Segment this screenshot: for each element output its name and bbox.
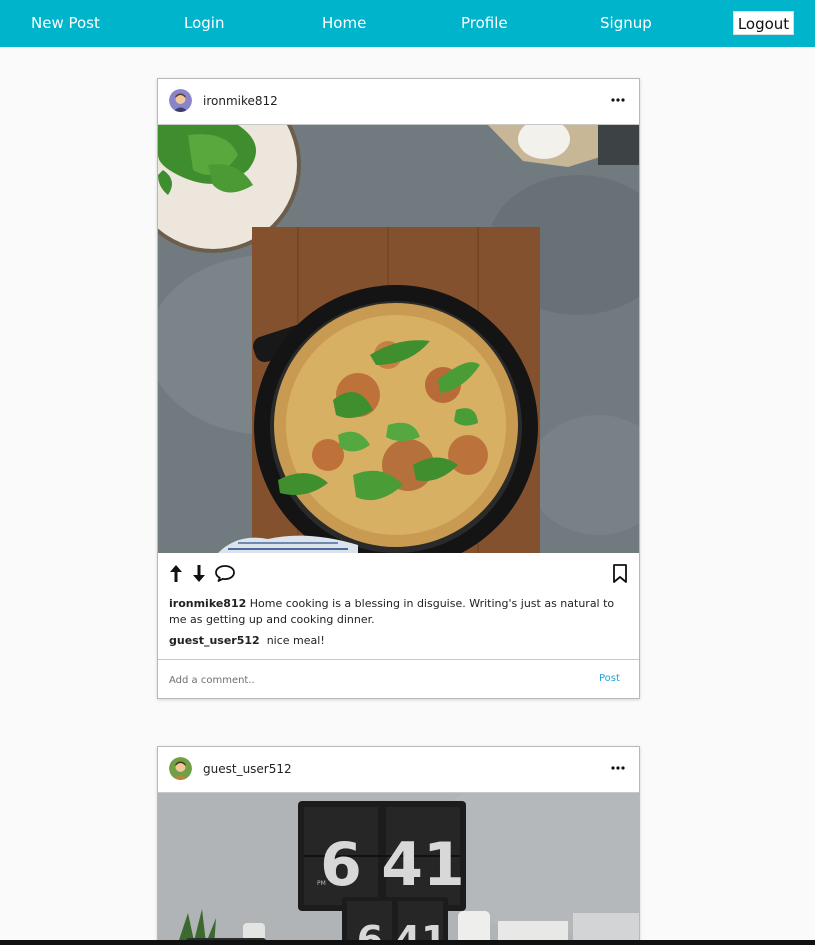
avatar[interactable] — [169, 757, 192, 780]
post-author[interactable]: ironmike812 — [203, 94, 278, 108]
comment-text: nice meal! — [266, 634, 325, 647]
clock-pm: PM — [317, 880, 326, 887]
nav-profile[interactable]: Profile — [461, 13, 508, 33]
post-image[interactable]: 6 41 PM 6 41 — [158, 793, 639, 945]
bottom-divider — [0, 940, 815, 945]
post-header: guest_user512 — [158, 747, 639, 793]
post-card: guest_user512 6 41 PM 6 41 — [157, 746, 640, 945]
top-nav: New Post Login Home Profile Signup Logou… — [0, 0, 815, 47]
nav-home[interactable]: Home — [322, 13, 366, 33]
logout-button[interactable]: Logout — [733, 11, 794, 35]
avatar[interactable] — [169, 89, 192, 112]
post-header: ironmike812 — [158, 79, 639, 125]
comment-input[interactable] — [169, 671, 569, 689]
nav-signup[interactable]: Signup — [600, 13, 652, 33]
post-card: ironmike812 ironmike812 Home cooking is … — [157, 78, 640, 699]
downvote-arrow-icon[interactable] — [189, 563, 209, 583]
post-comment-button[interactable]: Post — [599, 673, 620, 684]
bookmark-icon[interactable] — [610, 563, 630, 583]
upvote-arrow-icon[interactable] — [166, 563, 186, 583]
comment-item: guest_user512 nice meal! — [169, 633, 631, 649]
post-author[interactable]: guest_user512 — [203, 762, 292, 776]
post-actions — [158, 563, 639, 585]
more-options-icon[interactable] — [610, 92, 626, 108]
post-caption: ironmike812 Home cooking is a blessing i… — [169, 596, 631, 628]
nav-new-post[interactable]: New Post — [31, 13, 100, 33]
comment-username[interactable]: guest_user512 — [169, 634, 260, 647]
caption-username[interactable]: ironmike812 — [169, 597, 246, 610]
clock-minutes: 41 — [381, 830, 465, 900]
more-options-icon[interactable] — [610, 760, 626, 776]
clock-hour: 6 — [320, 830, 362, 900]
nav-login[interactable]: Login — [184, 13, 224, 33]
comment-bubble-icon[interactable] — [214, 563, 235, 583]
add-comment-form: Post — [158, 659, 639, 699]
post-image[interactable] — [158, 125, 639, 553]
